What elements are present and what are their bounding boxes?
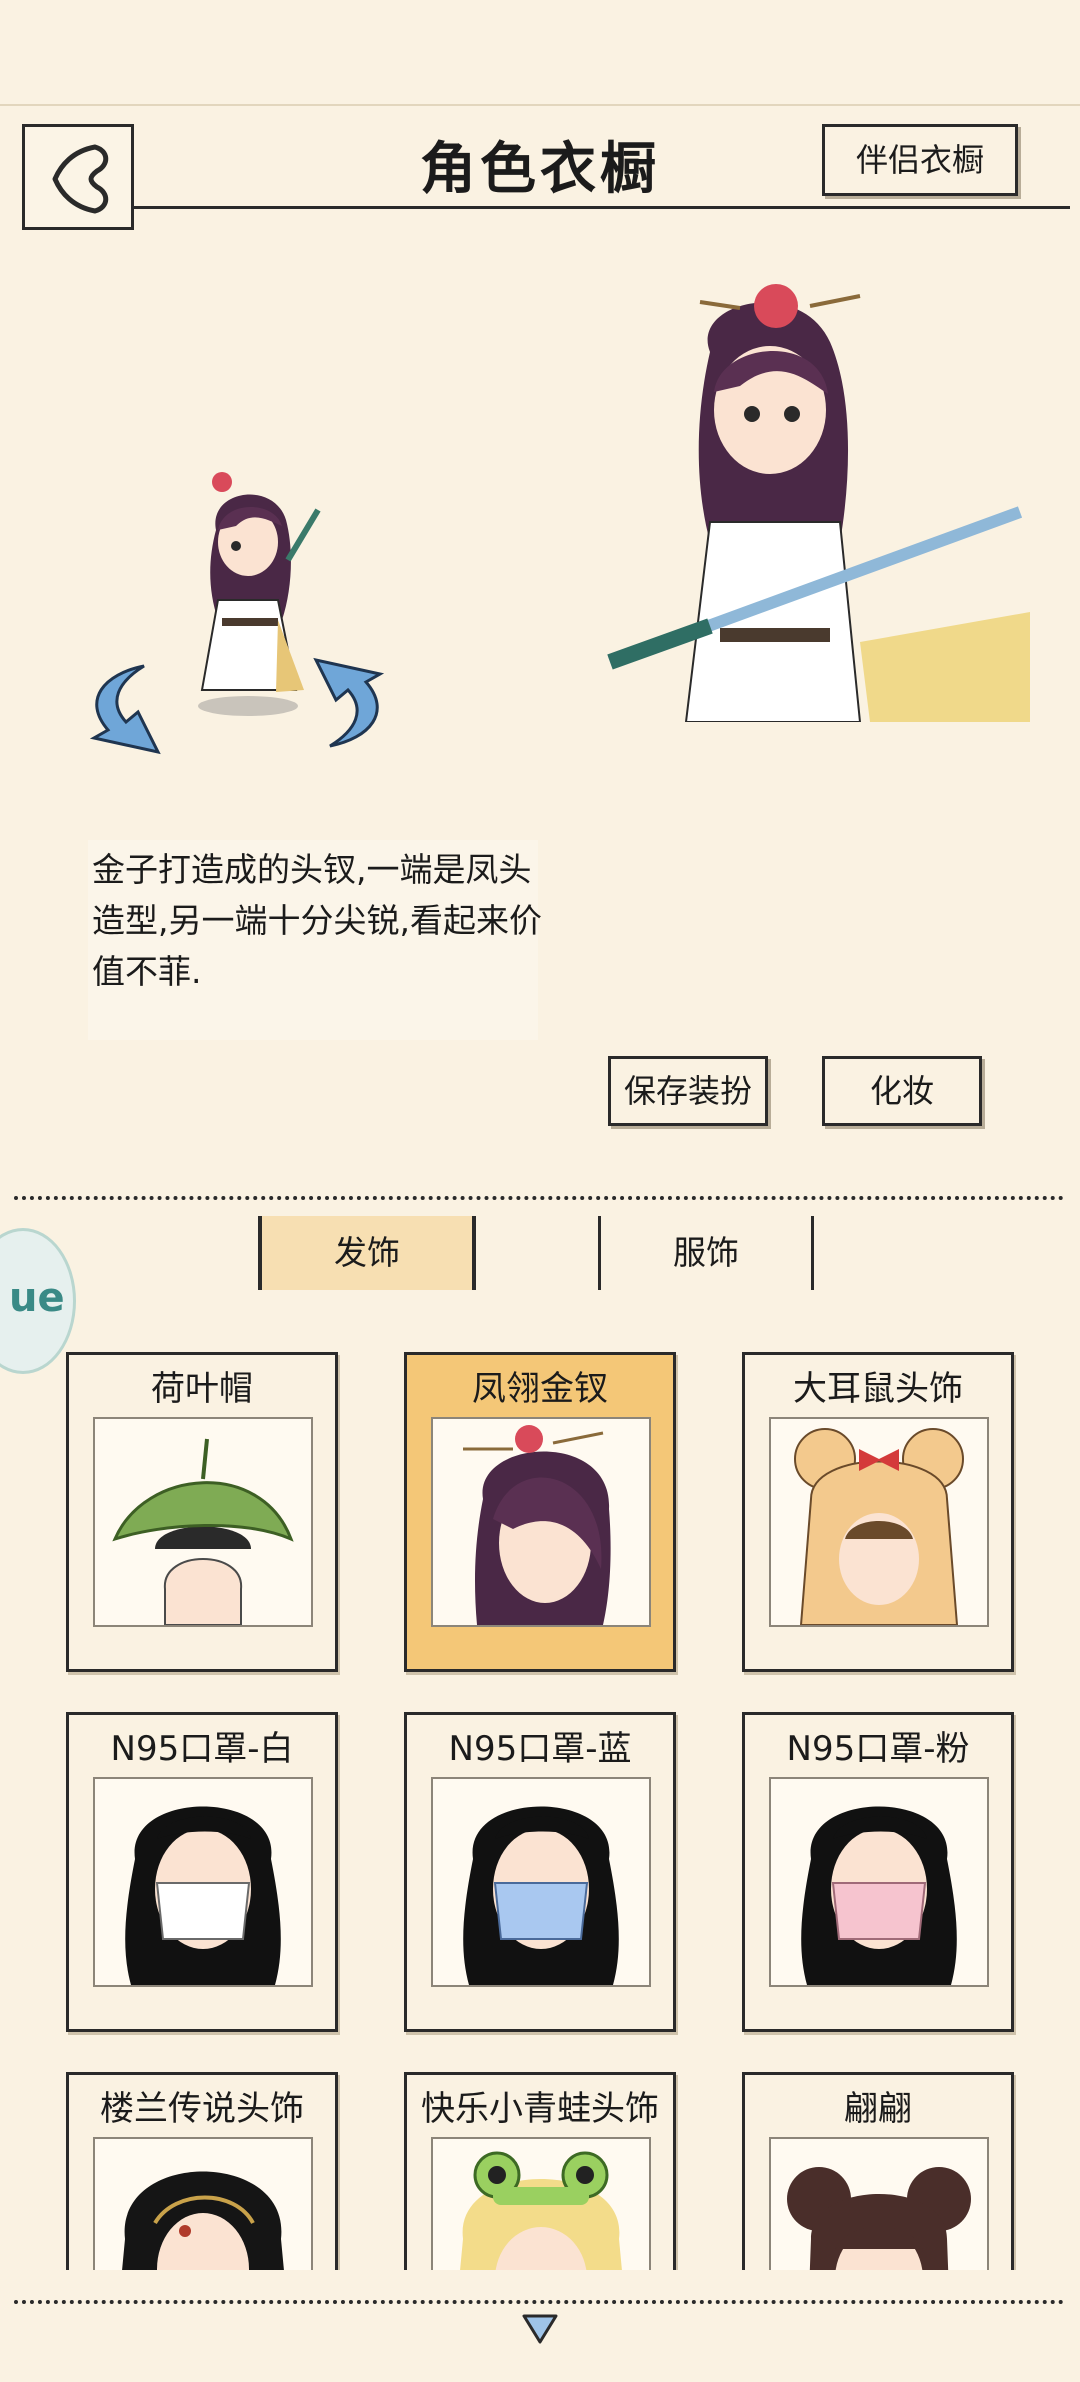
- page-title: 角色衣橱: [420, 137, 660, 202]
- item-label: N95口罩-蓝: [448, 1729, 632, 1769]
- item-card[interactable]: 荷叶帽: [66, 1352, 338, 1672]
- item-card[interactable]: 凤翎金钗: [404, 1352, 676, 1672]
- item-card[interactable]: 大耳鼠头饰: [742, 1352, 1014, 1672]
- frog-headwear-icon: [431, 2137, 651, 2270]
- character-preview-large: [607, 284, 1030, 722]
- header-divider: [0, 104, 1080, 106]
- section-divider-bottom: [14, 2300, 1064, 2304]
- back-button[interactable]: [22, 124, 134, 230]
- makeup-button[interactable]: 化妆: [822, 1056, 982, 1126]
- item-card[interactable]: 楼兰传说头饰: [66, 2072, 338, 2270]
- item-card[interactable]: 翩翩: [742, 2072, 1014, 2270]
- item-label: 快乐小青蛙头饰: [421, 2089, 659, 2129]
- phoenix-gold-hairpin-icon: [431, 1417, 651, 1627]
- item-card[interactable]: 快乐小青蛙头饰: [404, 2072, 676, 2270]
- bun-hairstyle-icon: [769, 2137, 989, 2270]
- back-arrow-icon: [52, 144, 109, 214]
- item-label: 荷叶帽: [151, 1369, 253, 1409]
- tab-hair-accessories[interactable]: 发饰: [258, 1216, 476, 1290]
- item-label: 楼兰传说头饰: [100, 2089, 304, 2129]
- mask-white-icon: [93, 1777, 313, 1987]
- loulan-headwear-icon: [93, 2137, 313, 2270]
- item-label: 凤翎金钗: [472, 1369, 608, 1409]
- item-label: N95口罩-白: [110, 1729, 294, 1769]
- item-card[interactable]: N95口罩-白: [66, 1712, 338, 2032]
- item-description: 金子打造成的头钗,一端是凤头造型,另一端十分尖锐,看起来价值不菲.: [92, 850, 542, 991]
- mask-pink-icon: [769, 1777, 989, 1987]
- item-card[interactable]: N95口罩-蓝: [404, 1712, 676, 2032]
- lotus-leaf-hat-icon: [93, 1417, 313, 1627]
- big-ear-mouse-headwear-icon: [769, 1417, 989, 1627]
- title-underline: [134, 206, 1070, 209]
- companion-wardrobe-button[interactable]: 伴侣衣橱: [822, 124, 1018, 196]
- item-label: 大耳鼠头饰: [793, 1369, 963, 1409]
- item-label: N95口罩-粉: [786, 1729, 970, 1769]
- item-grid: 荷叶帽 凤翎金钗 大耳鼠头饰 N95口罩-白 N95口罩-蓝 N95口罩-粉 楼…: [0, 1340, 1080, 2270]
- item-card[interactable]: N95口罩-粉: [742, 1712, 1014, 2032]
- rotate-left-icon[interactable]: [74, 660, 184, 760]
- scroll-down-icon[interactable]: [520, 2312, 560, 2346]
- tab-clothing[interactable]: 服饰: [598, 1216, 814, 1290]
- mask-blue-icon: [431, 1777, 651, 1987]
- item-label: 翩翩: [844, 2089, 912, 2129]
- save-outfit-button[interactable]: 保存装扮: [608, 1056, 768, 1126]
- character-preview-small: [198, 472, 321, 716]
- section-divider-top: [14, 1196, 1064, 1200]
